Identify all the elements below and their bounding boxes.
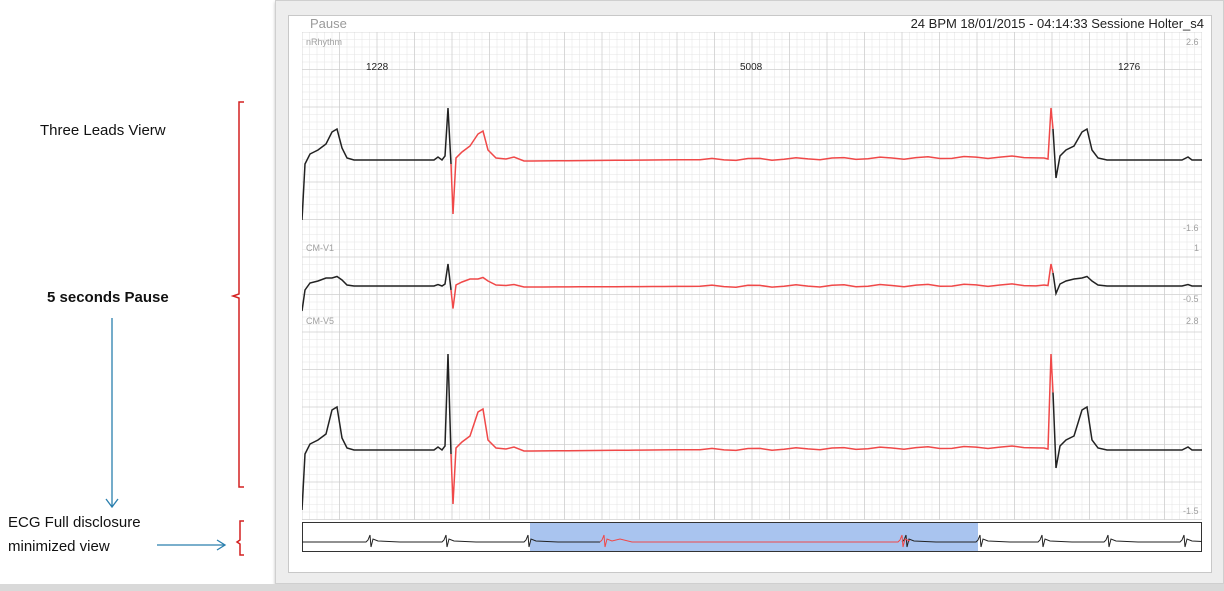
annotation-overlay <box>105 101 244 556</box>
lead3-name: CM-V5 <box>306 316 335 326</box>
rr-interval-1: 1228 <box>366 62 389 73</box>
full-disclosure-minimized-view[interactable] <box>302 522 1202 552</box>
lead3-max: 2.8 <box>1186 316 1199 326</box>
three-leads-bracket <box>230 101 244 488</box>
lead3-min: -1.5 <box>1183 506 1199 516</box>
ecg-grid <box>302 32 1202 520</box>
rr-interval-3: 1276 <box>1118 62 1141 73</box>
arrow-down-icon <box>105 318 119 509</box>
rr-interval-2: 5008 <box>740 62 763 73</box>
lead2-name: CM-V1 <box>306 243 335 253</box>
lead1-max: 2.6 <box>1186 37 1199 47</box>
lead2-min: -0.5 <box>1183 294 1199 304</box>
event-type-label: Pause <box>310 16 347 31</box>
mini-view-bracket <box>235 520 244 556</box>
three-leads-ecg-view[interactable] <box>302 32 1202 520</box>
lead1-name: nRhythm <box>306 37 343 47</box>
arrow-right-icon <box>157 539 227 551</box>
lead2-max: 1 <box>1194 243 1200 253</box>
mini-view-selection[interactable] <box>530 523 978 551</box>
event-info-label: 24 BPM 18/01/2015 - 04:14:33 Sessione Ho… <box>910 16 1204 31</box>
lead1-min: -1.6 <box>1183 223 1199 233</box>
